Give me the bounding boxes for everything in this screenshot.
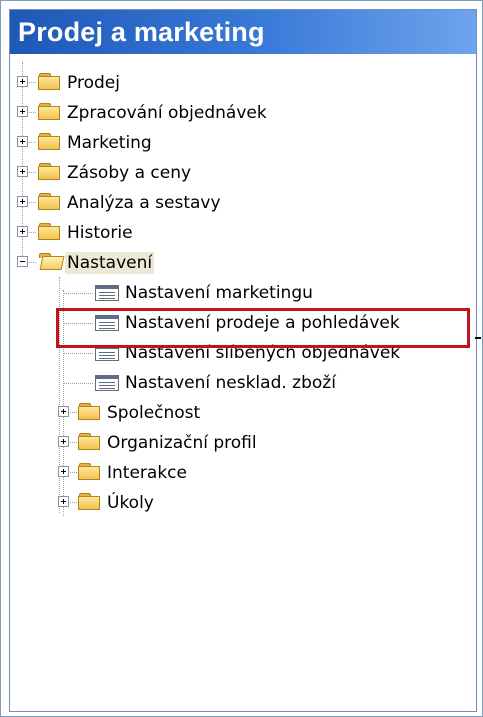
tree-item-label: Společnost — [107, 403, 201, 423]
collapse-icon[interactable] — [17, 256, 28, 267]
folder-icon — [38, 133, 62, 152]
tree-item-label: Marketing — [67, 133, 152, 153]
tree-item-label: Historie — [67, 223, 133, 243]
tree-item-label: Nastavení — [65, 252, 155, 274]
tree-item-interakce[interactable]: Interakce — [10, 458, 476, 488]
tree-connector — [63, 323, 93, 324]
expand-icon[interactable] — [58, 406, 69, 417]
folder-icon — [78, 493, 102, 512]
panel-title: Prodej a marketing — [10, 10, 476, 54]
folder-icon — [38, 193, 62, 212]
tree-item-label: Organizační profil — [107, 433, 257, 453]
tree-item-nastaveni-prodeje-a-pohledavek[interactable]: Nastavení prodeje a pohledávek — [10, 308, 476, 338]
tree-item-label: Úkoly — [107, 493, 154, 513]
tree-item-zpracovani-objednavek[interactable]: Zpracování objednávek — [10, 98, 476, 128]
expand-icon[interactable] — [58, 466, 69, 477]
tree-item-nastaveni-nesklad-zbozi[interactable]: Nastavení nesklad. zboží — [10, 368, 476, 398]
tree-item-label: Zásoby a ceny — [67, 163, 192, 183]
expand-icon[interactable] — [17, 196, 28, 207]
expand-icon[interactable] — [17, 226, 28, 237]
tree-item-label: Nastavení marketingu — [125, 283, 313, 303]
tree-item-label: Prodej — [67, 73, 120, 93]
tree-item-prodej[interactable]: Prodej — [10, 68, 476, 98]
expand-icon[interactable] — [58, 496, 69, 507]
tree-item-historie[interactable]: Historie — [10, 218, 476, 248]
folder-icon — [78, 463, 102, 482]
folder-icon — [38, 163, 62, 182]
tree-item-ukoly[interactable]: Úkoly — [10, 488, 476, 518]
open-folder-icon — [38, 253, 65, 272]
tree-item-analyza-a-sestavy[interactable]: Analýza a sestavy — [10, 188, 476, 218]
folder-icon — [38, 223, 62, 242]
folder-icon — [38, 103, 62, 122]
tree-item-nastaveni[interactable]: Nastavení — [10, 248, 476, 278]
tree-item-label: Nastavení nesklad. zboží — [125, 373, 336, 393]
tree-connector — [63, 383, 93, 384]
form-icon — [95, 345, 119, 361]
tree-connector — [63, 293, 93, 294]
form-icon — [95, 375, 119, 391]
form-icon — [95, 285, 119, 301]
tree-item-organizacni-profil[interactable]: Organizační profil — [10, 428, 476, 458]
tree-item-nastaveni-marketingu[interactable]: Nastavení marketingu — [10, 278, 476, 308]
tree-item-label: Interakce — [107, 463, 187, 483]
tree-item-label: Zpracování objednávek — [67, 103, 267, 123]
tree-item-marketing[interactable]: Marketing — [10, 128, 476, 158]
window-frame: Prodej a marketing Prodej Zpracování obj… — [0, 0, 483, 717]
folder-icon — [78, 403, 102, 422]
tree-item-spolecnost[interactable]: Společnost — [10, 398, 476, 428]
expand-icon[interactable] — [17, 136, 28, 147]
tree-item-label: Nastavení slíbených objednávek — [125, 343, 401, 363]
tree-item-zasoby-a-ceny[interactable]: Zásoby a ceny — [10, 158, 476, 188]
tree-item-nastaveni-slibenych-objednavek[interactable]: Nastavení slíbených objednávek — [10, 338, 476, 368]
folder-icon — [38, 73, 62, 92]
expand-icon[interactable] — [17, 106, 28, 117]
tree-connector — [63, 353, 93, 354]
expand-icon[interactable] — [17, 76, 28, 87]
text-cursor-mark — [475, 337, 481, 339]
navigation-pane: Prodej a marketing Prodej Zpracování obj… — [9, 9, 477, 712]
folder-icon — [78, 433, 102, 452]
expand-icon[interactable] — [58, 436, 69, 447]
tree-item-label: Nastavení prodeje a pohledávek — [125, 313, 400, 333]
tree-item-label: Analýza a sestavy — [67, 193, 221, 213]
form-icon — [95, 315, 119, 331]
expand-icon[interactable] — [17, 166, 28, 177]
